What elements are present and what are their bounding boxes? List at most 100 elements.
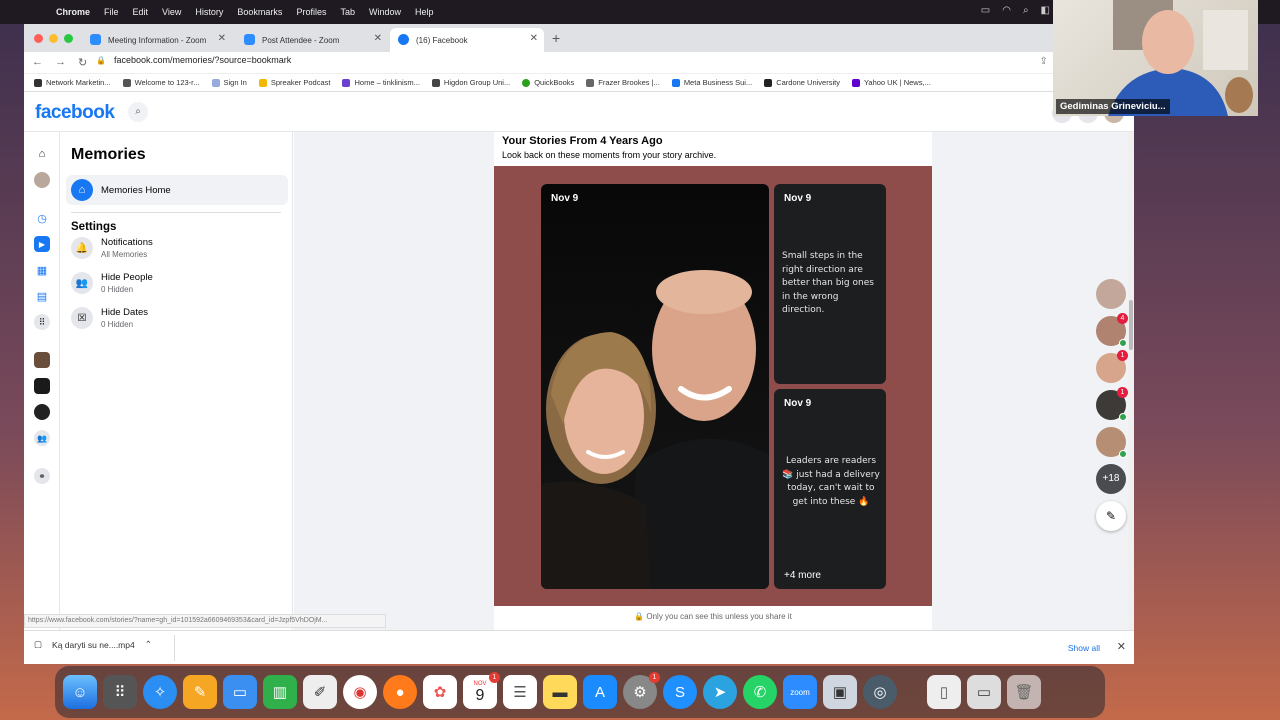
group-shortcut-icon[interactable] (34, 352, 50, 368)
launchpad-icon[interactable]: ⠿ (103, 675, 137, 709)
preview-icon[interactable]: ▣ (823, 675, 857, 709)
firefox-icon[interactable]: ● (383, 675, 417, 709)
document-icon[interactable]: ▯ (927, 675, 961, 709)
menu-profiles[interactable]: Profiles (296, 7, 326, 17)
show-all-button[interactable]: Show all (1068, 643, 1100, 653)
zoom-window-button[interactable] (64, 34, 73, 43)
groups-icon[interactable]: 👥 (34, 430, 50, 446)
marketplace-icon[interactable]: ▦ (34, 262, 50, 278)
wifi-icon[interactable]: ◠ (1002, 5, 1011, 16)
tab-facebook[interactable]: (16) Facebook ✕ (390, 28, 544, 52)
new-tab-button[interactable]: + (552, 30, 560, 46)
sidebar-item-memories-home[interactable]: ⌂ Memories Home (66, 175, 288, 205)
chrome-icon[interactable]: ◉ (343, 675, 377, 709)
notes-icon[interactable]: ▬ (543, 675, 577, 709)
more-stories-label[interactable]: +4 more (784, 570, 821, 581)
close-tab-icon[interactable]: ✕ (374, 33, 382, 44)
pages-icon[interactable]: ▤ (34, 288, 50, 304)
menu-history[interactable]: History (195, 7, 223, 17)
system-settings-icon[interactable]: ⚙ 1 (623, 672, 660, 709)
menu-grid-icon[interactable]: ⠿ (34, 314, 50, 330)
close-tab-icon[interactable]: ✕ (218, 33, 226, 44)
quicktime-icon[interactable]: ◎ (863, 675, 897, 709)
sidebar-item-notifications[interactable]: 🔔 Notifications All Memories (71, 237, 153, 259)
bookmark-item[interactable]: Cardone University (764, 78, 840, 87)
share-icon[interactable]: ⇪ (1039, 56, 1047, 67)
profile-avatar[interactable] (34, 172, 50, 188)
story-photo[interactable]: Nov 9 (541, 184, 769, 589)
pages-icon[interactable]: ✎ (183, 675, 217, 709)
download-item[interactable]: ▢ Ką daryti su ne....mp4 ⌃ (34, 639, 152, 650)
contact-avatar[interactable]: 1 (1096, 387, 1128, 421)
app-store-icon[interactable]: A (583, 675, 617, 709)
menu-tab[interactable]: Tab (340, 7, 355, 17)
home-icon[interactable]: ⌂ (34, 146, 50, 162)
sidebar-item-hide-dates[interactable]: ☒ Hide Dates 0 Hidden (71, 307, 148, 329)
bookmark-item[interactable]: Sign In (211, 78, 247, 87)
close-window-button[interactable] (34, 34, 43, 43)
scrollbar-thumb[interactable] (1129, 300, 1133, 350)
contact-avatar[interactable] (1096, 279, 1126, 309)
bookmark-item[interactable]: Welcome to 123-r... (122, 78, 200, 87)
close-tab-icon[interactable]: ✕ (530, 33, 538, 44)
minimize-window-button[interactable] (49, 34, 58, 43)
bookmark-item[interactable]: Higdon Group Uni... (431, 78, 510, 87)
facebook-logo[interactable]: facebook (35, 102, 115, 124)
safari-icon[interactable]: ✧ (143, 675, 177, 709)
search-icon[interactable]: ⌕ (128, 102, 148, 122)
keynote-icon[interactable]: ▭ (223, 675, 257, 709)
address-bar[interactable]: 🔒 facebook.com/memories/?source=bookmark (96, 55, 291, 65)
bookmark-item[interactable]: Frazer Brookes |... (586, 78, 660, 87)
group-shortcut-icon[interactable] (34, 404, 50, 420)
menu-help[interactable]: Help (415, 7, 434, 17)
reminders-icon[interactable]: ☰ (503, 675, 537, 709)
contact-avatar[interactable]: 4 (1096, 313, 1128, 347)
script-editor-icon[interactable]: ✐ (303, 675, 337, 709)
menu-bookmarks[interactable]: Bookmarks (237, 7, 282, 17)
trash-icon[interactable]: 🗑 (1007, 675, 1041, 709)
bookmark-item[interactable]: Network Marketin... (34, 78, 111, 87)
bookmark-item[interactable]: QuickBooks (522, 78, 574, 87)
bookmark-item[interactable]: Home – tinklinism... (342, 78, 420, 87)
group-shortcut-icon[interactable] (34, 378, 50, 394)
screenshot-icon[interactable]: ▭ (967, 675, 1001, 709)
control-center-icon[interactable]: ◧ (1041, 5, 1050, 16)
calendar-icon[interactable]: NOV 9 1 (463, 672, 500, 709)
menu-file[interactable]: File (104, 7, 119, 17)
reload-icon[interactable]: ↻ (78, 56, 87, 69)
menu-app-name[interactable]: Chrome (56, 7, 90, 17)
photos-icon[interactable]: ✿ (423, 675, 457, 709)
skype-icon[interactable]: S (663, 675, 697, 709)
page-scrollbar[interactable] (1128, 132, 1134, 652)
back-icon[interactable]: ← (32, 56, 43, 69)
bookmark-item[interactable]: Meta Business Sui... (671, 78, 752, 87)
whatsapp-icon[interactable]: ✆ (743, 675, 777, 709)
telegram-icon[interactable]: ➤ (703, 675, 737, 709)
battery-icon[interactable]: ▭ (981, 5, 990, 16)
compose-message-icon[interactable]: ✎ (1096, 501, 1126, 531)
forward-icon[interactable]: → (55, 56, 66, 69)
zoom-app-icon[interactable]: zoom (783, 675, 817, 709)
sidebar-item-hide-people[interactable]: 👥 Hide People 0 Hidden (71, 272, 153, 294)
numbers-icon[interactable]: ▥ (263, 675, 297, 709)
memories-icon[interactable]: ◷ (34, 210, 50, 226)
link-icon[interactable]: ⚭ (34, 468, 50, 484)
zoom-video-tile[interactable]: Gediminas Grineviciu... (1053, 0, 1258, 116)
watch-icon[interactable]: ▶ (34, 236, 50, 252)
story-text-card[interactable]: Nov 9 Small steps in the right direction… (774, 184, 886, 384)
contact-avatar[interactable] (1096, 427, 1127, 458)
lock-icon[interactable]: 🔒 (96, 56, 106, 65)
spotlight-icon[interactable]: ⌕ (1023, 5, 1029, 16)
story-text-card[interactable]: Nov 9 Leaders are readers 📚 just had a d… (774, 389, 886, 589)
tab-meeting-info[interactable]: Meeting Information - Zoom ✕ (82, 28, 232, 52)
more-contacts-button[interactable]: +18 (1096, 464, 1126, 494)
contact-avatar[interactable]: 1 (1096, 350, 1128, 383)
menu-window[interactable]: Window (369, 7, 401, 17)
menu-view[interactable]: View (162, 7, 181, 17)
finder-icon[interactable]: ☺ (63, 675, 97, 709)
chevron-up-icon[interactable]: ⌃ (145, 639, 152, 650)
menu-edit[interactable]: Edit (133, 7, 149, 17)
tab-post-attendee[interactable]: Post Attendee - Zoom ✕ (236, 28, 388, 52)
bookmark-item[interactable]: Spreaker Podcast (258, 78, 330, 87)
bookmark-item[interactable]: Yahoo UK | News,... (851, 78, 931, 87)
